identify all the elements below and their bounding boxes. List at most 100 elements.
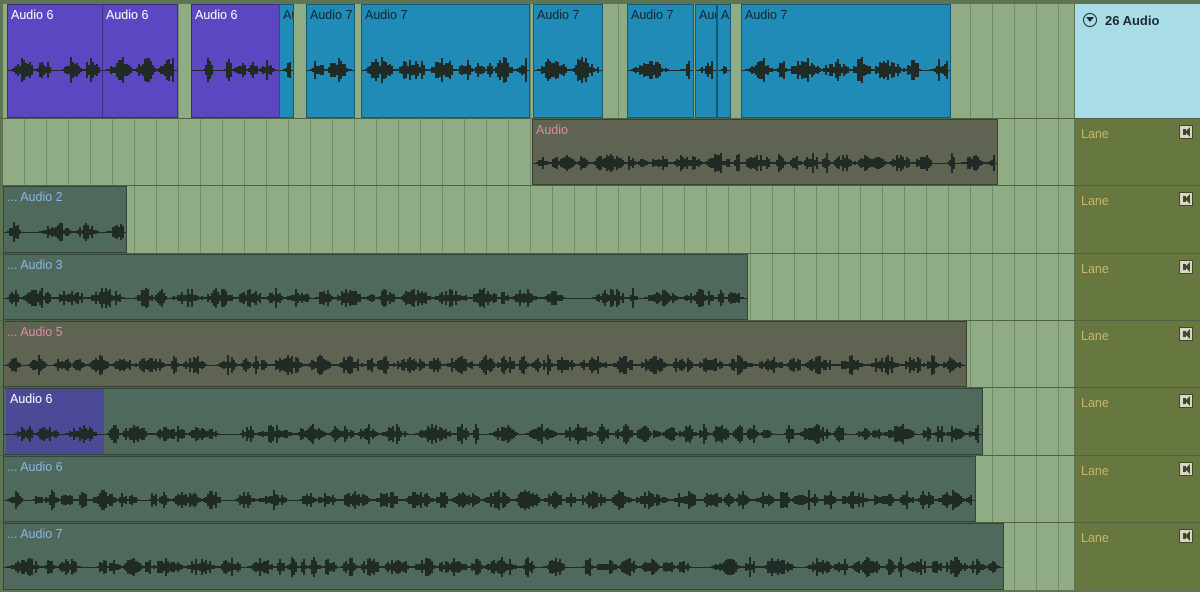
waveform-sample	[844, 432, 846, 436]
clip-name: Audio 7	[537, 8, 580, 22]
lane-header[interactable]: Lane	[1075, 186, 1200, 253]
waveform-sample	[970, 494, 972, 506]
waveform-sample	[406, 433, 408, 435]
lane-header[interactable]: Lane	[1075, 388, 1200, 455]
waveform-sample	[563, 564, 565, 570]
comp-clip[interactable]: Audio 7	[741, 4, 951, 118]
take-clip[interactable]: ... Audio 7	[3, 523, 1004, 590]
take-clip[interactable]: ... Audio 5	[3, 321, 967, 387]
waveform-sample	[49, 67, 51, 73]
speaker-icon[interactable]	[1179, 529, 1193, 543]
speaker-icon[interactable]	[1179, 260, 1193, 274]
waveform-sample	[172, 58, 174, 82]
lane-grid[interactable]	[3, 186, 1074, 253]
take-clip[interactable]: ... Audio 3	[3, 254, 748, 320]
waveform	[192, 45, 279, 95]
comp-clip[interactable]: Audio 7	[361, 4, 530, 118]
waveform-sample	[285, 497, 287, 503]
waveform	[4, 415, 982, 453]
waveform-sample	[98, 67, 100, 73]
waveform-sample	[711, 60, 713, 80]
waveform-sample	[998, 566, 1000, 568]
waveform-sample	[19, 229, 21, 235]
waveform-sample	[137, 499, 139, 501]
clip-name: Audio 7	[699, 8, 716, 22]
lane-header[interactable]: Lane	[1075, 321, 1200, 387]
waveform-sample	[123, 297, 125, 299]
waveform-sample	[350, 68, 352, 72]
clip-name: ... Audio 7	[7, 527, 63, 541]
clip-name: ... Audio 5	[7, 325, 63, 339]
waveform-sample	[289, 61, 291, 79]
take-clip[interactable]: Audio 6	[3, 388, 983, 455]
speaker-icon[interactable]	[1179, 462, 1193, 476]
comp-clip[interactable]: Audio 7	[533, 4, 603, 118]
waveform-sample	[919, 69, 921, 71]
waveform	[4, 279, 747, 317]
speaker-icon[interactable]	[1179, 192, 1193, 206]
waveform-sample	[993, 154, 995, 172]
waveform-sample	[977, 425, 979, 443]
selected-clip[interactable]: Audio 6	[191, 4, 280, 118]
lane-label: Lane	[1081, 531, 1109, 545]
selected-clip[interactable]: Audio 6	[7, 4, 103, 118]
clip-name: Audio 6	[195, 8, 238, 22]
fold-triangle-icon[interactable]	[1083, 13, 1097, 27]
waveform-sample	[771, 433, 773, 435]
waveform-sample	[667, 69, 669, 71]
waveform-sample	[219, 497, 221, 503]
take-clip[interactable]: ... Audio 6	[3, 456, 976, 522]
lane-label: Lane	[1081, 464, 1109, 478]
lane-label: Lane	[1081, 396, 1109, 410]
lane-label: Lane	[1081, 262, 1109, 276]
clip-name: Audio 6	[10, 392, 53, 406]
waveform-sample	[211, 65, 213, 75]
waveform-sample	[517, 433, 519, 435]
comp-clip[interactable]: Audio 7	[279, 4, 294, 118]
comp-clip[interactable]: Audio 7	[627, 4, 694, 118]
clip-name: Audio 7	[721, 8, 730, 22]
waveform-sample	[122, 225, 124, 239]
comp-clip[interactable]: Audio 7	[717, 4, 731, 118]
take-clip[interactable]: ... Audio 2	[3, 186, 127, 253]
speaker-icon[interactable]	[1179, 394, 1193, 408]
waveform-sample	[205, 364, 207, 366]
waveform-sample	[309, 297, 311, 299]
lane-header[interactable]: Lane	[1075, 254, 1200, 320]
clip-name: Audio 7	[365, 8, 408, 22]
waveform-sample	[533, 564, 535, 570]
waveform-sample	[57, 432, 59, 436]
waveform-sample	[46, 363, 48, 367]
clip-name: Audio	[536, 123, 568, 137]
main-track-header[interactable]: 26 Audio	[1075, 4, 1200, 118]
waveform	[534, 45, 602, 95]
take-lane-3: ... Audio 3 Lane	[0, 254, 1200, 320]
waveform-sample	[914, 433, 916, 435]
lane-header[interactable]: Lane	[1075, 119, 1200, 185]
selected-clip[interactable]: Audio 6	[102, 4, 178, 118]
waveform-sample	[274, 69, 276, 71]
waveform	[4, 213, 126, 251]
waveform	[280, 45, 293, 95]
clip-name: ... Audio 3	[7, 258, 63, 272]
clip-name: Audio 7	[631, 8, 674, 22]
take-lane-2: ... Audio 2 Lane	[0, 186, 1200, 253]
lane-header[interactable]: Lane	[1075, 456, 1200, 522]
waveform	[628, 45, 693, 95]
waveform	[4, 481, 975, 519]
waveform	[696, 45, 716, 95]
waveform-sample	[335, 565, 337, 569]
waveform-sample	[688, 61, 690, 79]
comp-clip[interactable]: Audio 7	[306, 4, 355, 118]
waveform-sample	[725, 66, 727, 74]
clip-name: ... Audio 6	[7, 460, 63, 474]
speaker-icon[interactable]	[1179, 125, 1193, 139]
waveform-sample	[525, 57, 527, 83]
speaker-icon[interactable]	[1179, 327, 1193, 341]
take-clip[interactable]: Audio	[532, 119, 998, 185]
comp-clip[interactable]: Audio 7	[695, 4, 717, 118]
take-lane-5: Audio 6 Lane	[0, 388, 1200, 455]
lane-header[interactable]: Lane	[1075, 523, 1200, 590]
waveform-sample	[19, 362, 21, 368]
waveform	[4, 548, 1003, 586]
